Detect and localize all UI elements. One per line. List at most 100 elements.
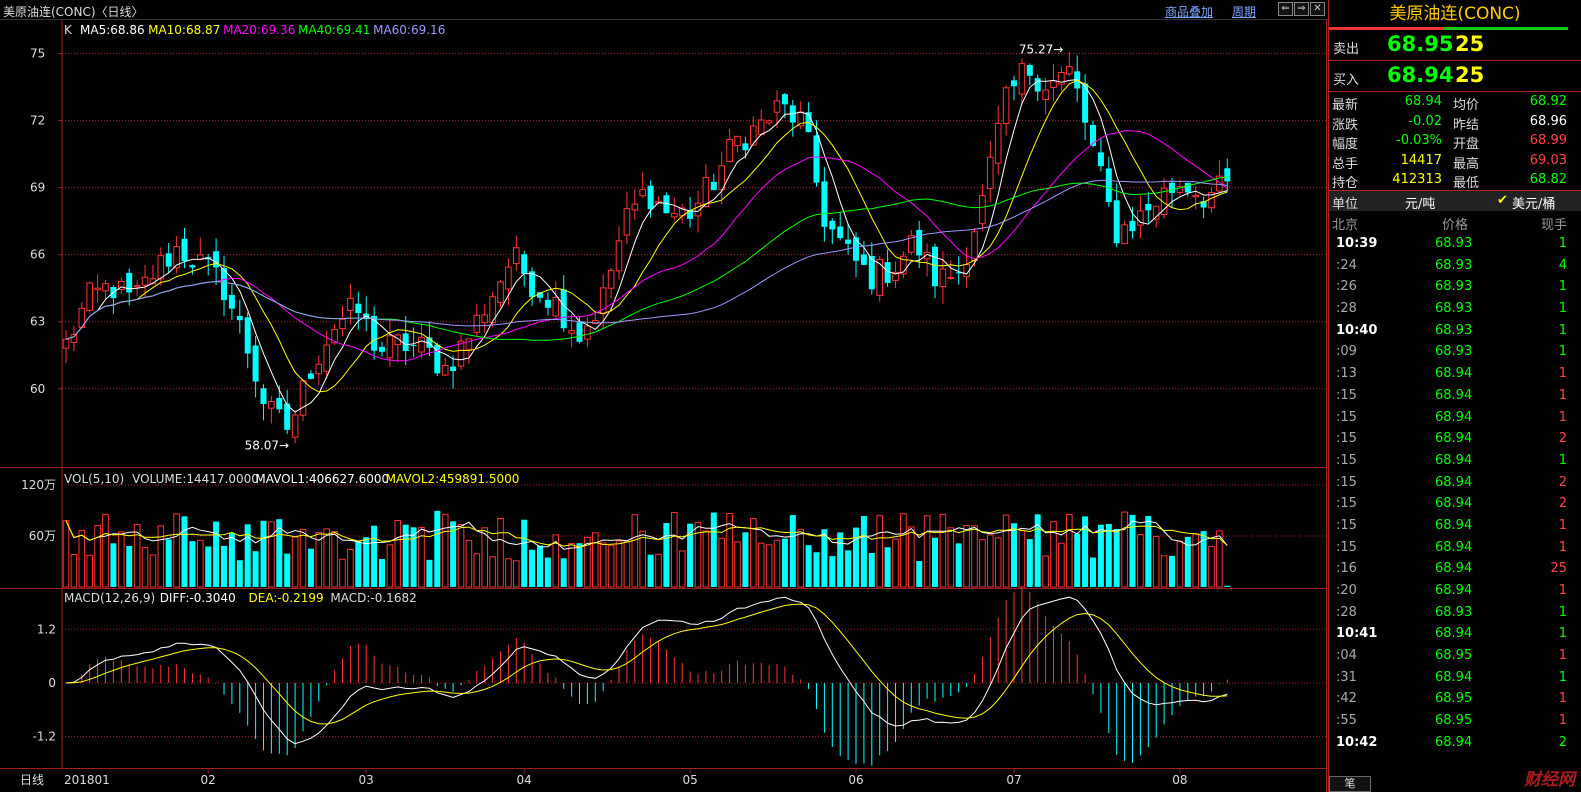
- volume-bar: [710, 512, 717, 587]
- candle-body: [260, 388, 267, 405]
- volume-bar: [1216, 530, 1223, 588]
- volume-bar: [544, 557, 551, 587]
- volume-bar: [371, 525, 378, 587]
- quote-title: 美原油连(CONC): [1329, 0, 1581, 30]
- tick-price: 68.93: [1435, 301, 1473, 317]
- candle-body: [750, 125, 757, 146]
- buy-row: 买入 68.94 25: [1329, 61, 1581, 92]
- volume-bar: [734, 541, 741, 588]
- tick-time: :15: [1336, 387, 1357, 403]
- ma-legend-label: MA20:69.36: [223, 23, 295, 37]
- volume-bar: [916, 561, 923, 587]
- candle-body: [552, 296, 560, 317]
- volume-bar: [426, 559, 433, 587]
- ticks-header-time: 北京: [1332, 218, 1359, 233]
- volume-bar: [813, 552, 820, 587]
- volume-bar: [363, 537, 370, 587]
- date-tick-label: 02: [201, 773, 216, 787]
- candle-body: [1002, 87, 1010, 124]
- candle-body: [1224, 168, 1231, 182]
- tick-qty: 25: [1550, 561, 1567, 577]
- stat-value: 412313: [1392, 172, 1442, 187]
- volume-bar: [434, 510, 441, 587]
- volume-bar: [607, 544, 615, 588]
- volume-bar: [979, 539, 986, 588]
- candle-body: [141, 276, 149, 286]
- candle-body: [853, 237, 859, 261]
- volume-bar: [118, 531, 125, 588]
- macd-legend-macd: MACD:-0.1682: [330, 591, 416, 605]
- candle-body: [821, 181, 828, 227]
- tick-qty: 1: [1558, 344, 1567, 360]
- tick-time: :15: [1336, 431, 1357, 447]
- buy-price: 68.94: [1387, 63, 1454, 87]
- tick-row: :20 68.94 1: [1329, 580, 1581, 602]
- unit-row: 单位 元/吨 ✔ 美元/桶: [1329, 191, 1581, 212]
- tick-row: 10:39 68.93 1: [1329, 233, 1581, 255]
- unit-usd-option[interactable]: 美元/桶: [1512, 193, 1555, 212]
- volume-bar: [244, 524, 251, 587]
- candle-body: [916, 229, 923, 256]
- price-tick-label: 75: [30, 47, 45, 61]
- candle-body: [1169, 182, 1175, 193]
- volume-bar: [339, 558, 346, 588]
- volume-bar: [805, 545, 812, 587]
- stat-value: -0.02: [1408, 113, 1442, 129]
- close-icon[interactable]: ✕: [1310, 2, 1325, 16]
- left-arrow-icon[interactable]: ⇐: [1278, 2, 1293, 16]
- stat-value: 68.92: [1529, 94, 1567, 109]
- candle-body: [1113, 200, 1120, 244]
- date-tick-label: 05: [682, 773, 697, 787]
- volume-bar: [599, 542, 607, 588]
- overlay-commodity-link[interactable]: 商品叠加: [1165, 3, 1213, 20]
- tick-row: :55 68.95 1: [1329, 710, 1581, 732]
- candle-body: [371, 315, 378, 351]
- unit-value[interactable]: 元/吨: [1405, 193, 1435, 212]
- volume-bar: [1152, 535, 1160, 588]
- stat-label: 幅度: [1332, 137, 1359, 152]
- volume-bar: [165, 539, 172, 587]
- unit-label: 单位: [1332, 197, 1359, 212]
- candlestick-chart[interactable]: 75 72 69 66 63 60 120万 60万 1.2 0 -1.2 K MA5:68.86 MA1…: [0, 20, 1328, 792]
- volume-bar: [773, 539, 781, 588]
- stat-value: 68.82: [1529, 172, 1567, 187]
- tick-row: 10:40 68.93 1: [1329, 320, 1581, 342]
- tick-qty: 2: [1558, 431, 1567, 447]
- low-annotation: 58.07→: [245, 438, 289, 452]
- tick-time: :15: [1336, 452, 1357, 468]
- tick-price: 68.93: [1435, 344, 1473, 360]
- candle-body: [1121, 224, 1128, 245]
- volume-bar: [1137, 534, 1144, 588]
- volume-bar: [655, 553, 662, 588]
- period-link[interactable]: 周期: [1232, 3, 1256, 20]
- tick-qty: 1: [1558, 583, 1567, 598]
- candle-body: [1018, 63, 1026, 95]
- volume-bar: [347, 549, 354, 588]
- volume-bar: [1176, 540, 1184, 588]
- tab-ticks[interactable]: 笔: [1329, 776, 1371, 792]
- volume-bar: [236, 560, 243, 587]
- candle-body: [521, 254, 528, 275]
- right-arrow-icon[interactable]: ⇒: [1294, 2, 1309, 16]
- candle-body: [576, 322, 583, 342]
- ma5-line: [65, 79, 1228, 413]
- candle-body: [1042, 89, 1049, 100]
- volume-bar: [1066, 513, 1073, 588]
- volume-bar: [331, 531, 338, 588]
- stat-value: -0.03%: [1396, 133, 1442, 148]
- volume-bar: [489, 556, 496, 588]
- stat-value: 68.94: [1404, 94, 1442, 109]
- price-tick-label: 66: [30, 248, 45, 262]
- tick-price: 68.94: [1435, 669, 1473, 685]
- tick-list[interactable]: 10:39 68.93 1:24 68.93 4:26 68.93 1:28 68.93 1 10…: [1329, 233, 1581, 754]
- candle-body: [418, 336, 425, 353]
- tick-time: :55: [1336, 713, 1357, 729]
- tick-time: 10:42: [1336, 734, 1378, 750]
- stat-label: 总手: [1332, 156, 1359, 172]
- candle-body: [473, 314, 481, 333]
- candle-body: [505, 266, 512, 290]
- volume-bar: [742, 532, 749, 587]
- tick-qty: 1: [1558, 626, 1567, 642]
- volume-bar: [252, 551, 259, 587]
- candle-body: [441, 364, 449, 376]
